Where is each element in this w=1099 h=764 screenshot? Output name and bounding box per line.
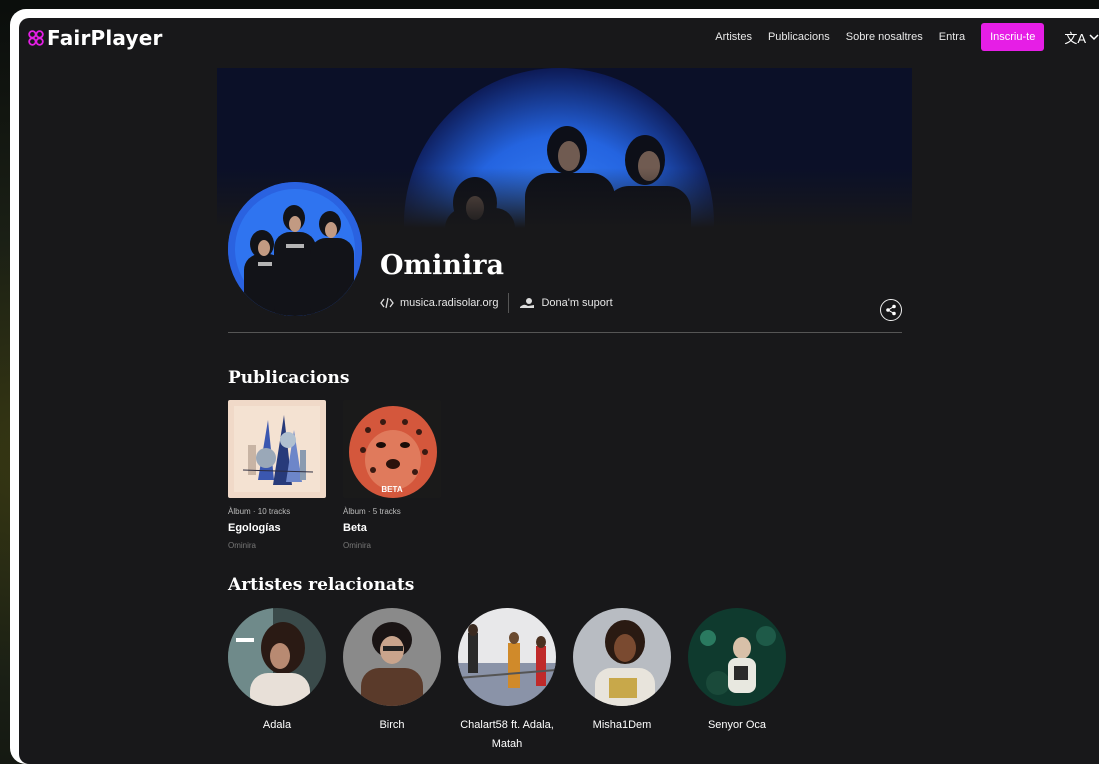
release-type: Àlbum · 5 tracks — [343, 507, 401, 516]
related-artist-avatar[interactable] — [458, 608, 556, 706]
code-link-icon — [380, 297, 394, 309]
release-title[interactable]: Egologías — [228, 522, 326, 534]
artist-avatar — [228, 182, 362, 316]
logo-text: FairPlayer — [47, 26, 163, 50]
app-viewport: FairPlayer Artistes Publicacions Sobre n… — [19, 18, 1099, 764]
release-type: Àlbum · 10 tracks — [228, 507, 291, 516]
profile-divider — [228, 332, 902, 333]
release-cover-text: BETA — [381, 485, 402, 494]
release-card[interactable]: Àlbum · 10 tracks Egologías Ominira — [228, 400, 326, 550]
artist-meta: musica.radisolar.org Dona'm suport — [380, 293, 613, 313]
related-artist-card[interactable]: Chalart58 ft. Adala, Matah — [457, 608, 557, 754]
window-frame: FairPlayer Artistes Publicacions Sobre n… — [10, 9, 1099, 764]
chevron-down-icon — [1089, 34, 1099, 41]
translate-icon: 文A — [1064, 30, 1086, 46]
release-card[interactable]: BETA Àlbum · 5 tracks Beta Ominira — [343, 400, 441, 550]
release-cover[interactable]: BETA — [343, 400, 441, 498]
fairplayer-logo[interactable]: FairPlayer — [27, 26, 163, 50]
language-selector[interactable]: 文A — [1064, 28, 1099, 47]
related-artist-avatar[interactable] — [343, 608, 441, 706]
top-navbar: FairPlayer Artistes Publicacions Sobre n… — [19, 18, 1099, 58]
artist-name: Ominira — [380, 250, 504, 281]
meta-separator — [508, 293, 510, 313]
related-artist-card[interactable]: Adala — [227, 608, 327, 735]
nav-entra[interactable]: Entra — [939, 31, 965, 43]
related-artist-card[interactable]: Birch — [342, 608, 442, 735]
related-artist-name[interactable]: Misha1Dem — [572, 716, 672, 735]
related-artist-card[interactable]: Senyor Oca — [687, 608, 787, 735]
related-section-title: Artistes relacionats — [228, 575, 415, 595]
release-title[interactable]: Beta — [343, 522, 441, 534]
support-button[interactable]: Dona'm suport — [519, 297, 613, 309]
signup-button[interactable]: Inscriu-te — [981, 23, 1045, 51]
share-icon — [886, 304, 896, 316]
related-artist-avatar[interactable] — [573, 608, 671, 706]
related-artist-avatar[interactable] — [688, 608, 786, 706]
nav-sobre-nosaltres[interactable]: Sobre nosaltres — [846, 31, 923, 43]
related-artist-name[interactable]: Chalart58 ft. Adala, Matah — [457, 716, 557, 754]
releases-section-title: Publicacions — [228, 368, 350, 388]
nav-publicacions[interactable]: Publicacions — [768, 31, 830, 43]
related-artist-name[interactable]: Birch — [342, 716, 442, 735]
share-button[interactable] — [880, 299, 902, 321]
artist-website-link[interactable]: musica.radisolar.org — [400, 297, 498, 309]
nav-artistes[interactable]: Artistes — [715, 31, 752, 43]
related-artist-card[interactable]: Misha1Dem — [572, 608, 672, 735]
release-artist[interactable]: Ominira — [343, 541, 441, 550]
main-nav: Artistes Publicacions Sobre nosaltres En… — [715, 22, 1099, 52]
related-artist-name[interactable]: Senyor Oca — [687, 716, 787, 735]
support-label: Dona'm suport — [541, 297, 613, 309]
related-artist-name[interactable]: Adala — [227, 716, 327, 735]
support-hand-icon — [520, 298, 535, 308]
related-artist-avatar[interactable] — [228, 608, 326, 706]
release-cover[interactable] — [228, 400, 326, 498]
release-artist[interactable]: Ominira — [228, 541, 326, 550]
logo-icon — [28, 30, 44, 46]
